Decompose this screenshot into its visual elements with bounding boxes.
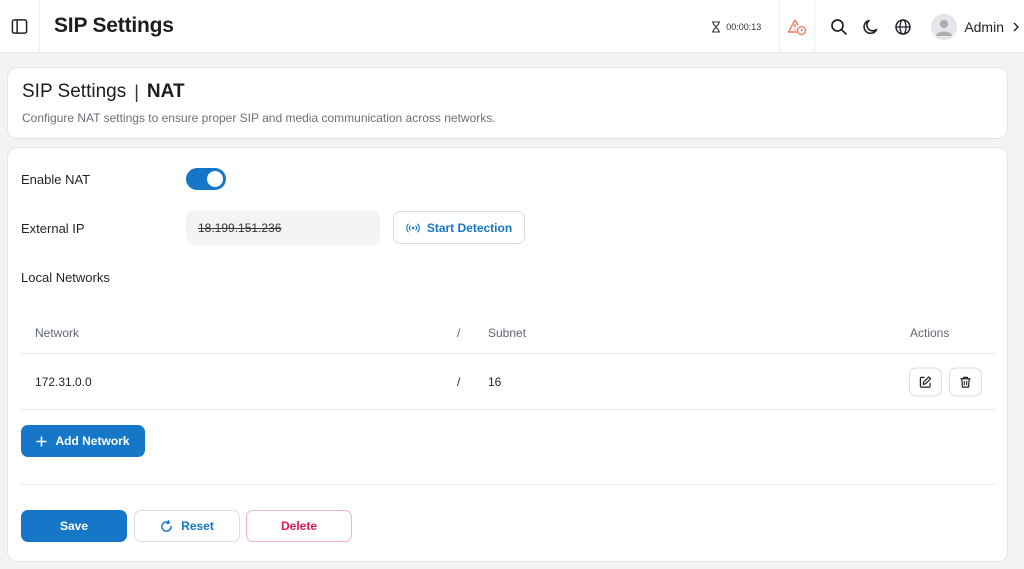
user-icon bbox=[936, 19, 953, 36]
external-ip-input[interactable]: 18.199.151.236 bbox=[186, 210, 380, 245]
column-header-subnet: Subnet bbox=[488, 325, 527, 340]
breadcrumb: SIP Settings | NAT bbox=[22, 81, 185, 103]
delete-row-button[interactable] bbox=[949, 367, 982, 396]
moon-icon bbox=[863, 19, 878, 34]
slash-cell: / bbox=[457, 374, 461, 389]
local-networks-label: Local Networks bbox=[21, 270, 110, 285]
column-header-actions: Actions bbox=[910, 325, 950, 340]
session-timer: 00:00:13 bbox=[711, 20, 762, 33]
column-header-slash: / bbox=[457, 325, 461, 340]
table-row: 172.31.0.0 / 16 bbox=[21, 354, 996, 410]
local-networks-table: Network / Subnet Actions 172.31.0.0 / 16 bbox=[21, 312, 996, 410]
edit-button[interactable] bbox=[909, 367, 942, 396]
breadcrumb-parent: SIP Settings bbox=[22, 81, 127, 102]
enable-nat-toggle[interactable] bbox=[186, 168, 226, 190]
sidebar-panel-icon bbox=[11, 18, 28, 34]
divider bbox=[21, 484, 996, 485]
chevron-right-icon bbox=[1013, 22, 1019, 31]
add-network-button[interactable]: Add Network bbox=[21, 425, 145, 457]
plus-icon bbox=[36, 436, 47, 446]
avatar bbox=[931, 13, 958, 40]
start-detection-label: Start Detection bbox=[426, 220, 513, 235]
subnet-cell: 16 bbox=[488, 374, 502, 389]
start-detection-button[interactable]: Start Detection bbox=[393, 211, 525, 244]
save-button[interactable]: Save bbox=[21, 510, 127, 542]
reset-button[interactable]: Reset bbox=[134, 510, 240, 542]
delete-button[interactable]: Delete bbox=[246, 510, 352, 542]
divider bbox=[814, 0, 816, 53]
breadcrumb-separator: | bbox=[134, 81, 139, 102]
alert-button[interactable] bbox=[780, 0, 814, 53]
refresh-icon bbox=[161, 519, 172, 532]
user-name: Admin bbox=[964, 18, 1004, 35]
breadcrumb-current: NAT bbox=[146, 81, 185, 102]
edit-icon bbox=[919, 375, 932, 388]
theme-toggle-button[interactable] bbox=[855, 11, 887, 43]
language-button[interactable] bbox=[887, 11, 919, 43]
trash-icon bbox=[960, 376, 971, 388]
search-button[interactable] bbox=[823, 11, 855, 43]
table-header-row: Network / Subnet Actions bbox=[21, 312, 996, 354]
page-header-card: SIP Settings | NAT Configure NAT setting… bbox=[7, 67, 1008, 139]
reset-label: Reset bbox=[181, 519, 214, 533]
hourglass-icon bbox=[712, 20, 721, 33]
search-icon bbox=[831, 18, 848, 35]
page-description: Configure NAT settings to ensure proper … bbox=[22, 111, 496, 125]
network-cell: 172.31.0.0 bbox=[35, 374, 92, 389]
enable-nat-label: Enable NAT bbox=[21, 172, 91, 187]
warning-clock-icon bbox=[788, 19, 807, 35]
broadcast-icon bbox=[406, 222, 420, 233]
top-bar: SIP Settings 00:00:13 Admin bbox=[0, 0, 1024, 53]
nat-settings-card: Enable NAT External IP 18.199.151.236 St… bbox=[7, 147, 1008, 562]
globe-icon bbox=[895, 18, 912, 35]
user-menu[interactable]: Admin bbox=[931, 13, 1020, 40]
add-network-label: Add Network bbox=[55, 434, 130, 448]
sidebar-toggle-button[interactable] bbox=[0, 0, 40, 53]
row-actions bbox=[902, 367, 982, 396]
timer-text: 00:00:13 bbox=[726, 21, 762, 32]
toggle-knob bbox=[207, 171, 223, 187]
external-ip-label: External IP bbox=[21, 221, 85, 236]
app-title: SIP Settings bbox=[54, 14, 174, 37]
column-header-network: Network bbox=[35, 325, 80, 340]
